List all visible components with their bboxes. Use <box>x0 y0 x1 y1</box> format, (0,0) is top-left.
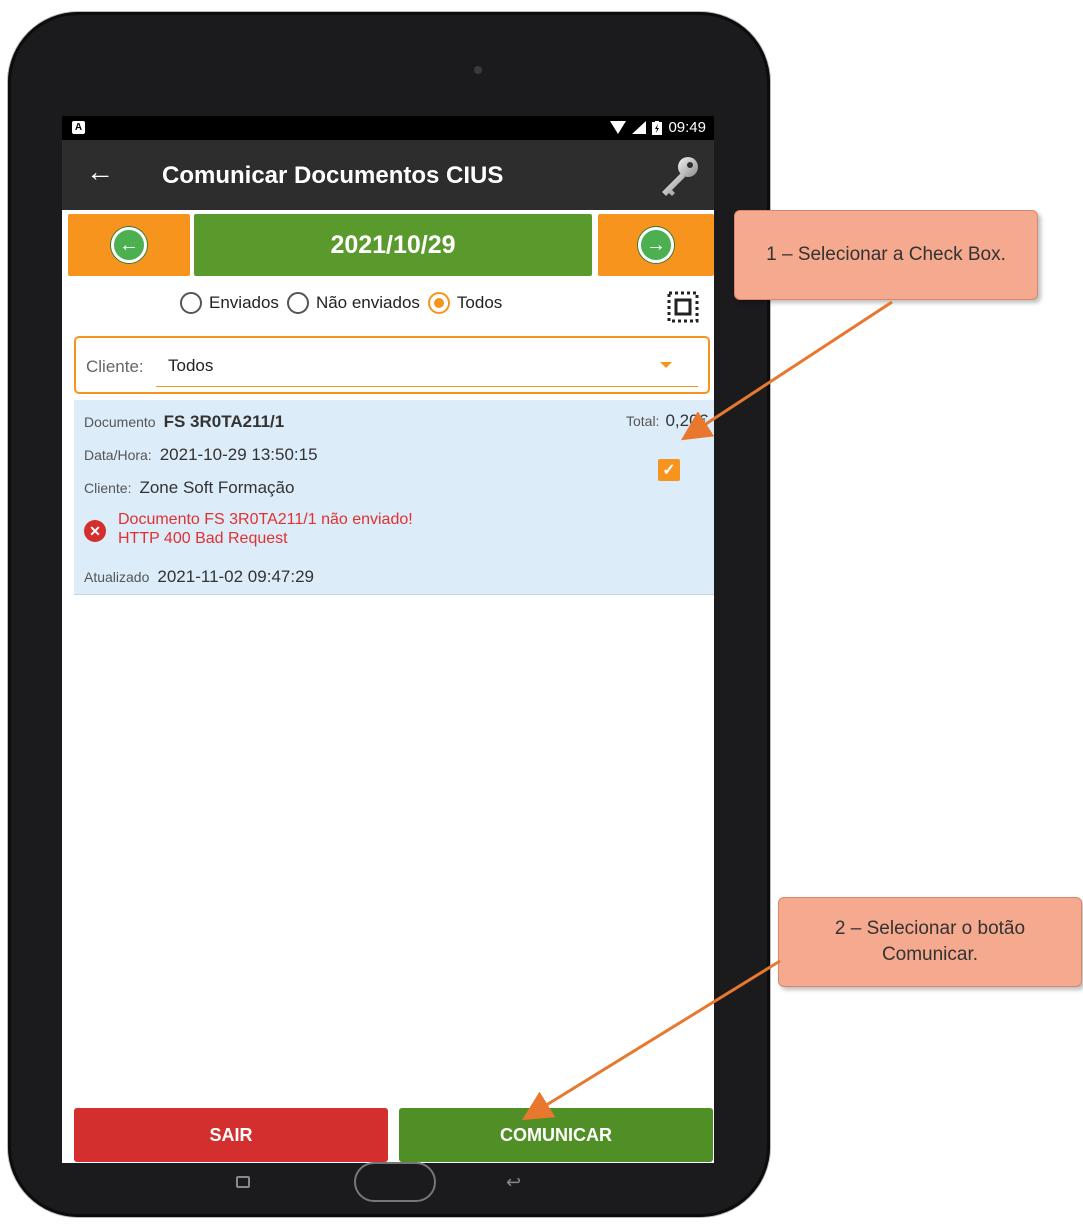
callout-step-1: 1 – Selecionar a Check Box. <box>734 210 1038 300</box>
document-number-row: Documento FS 3R0TA211/1 <box>84 412 284 432</box>
error-line-2: HTTP 400 Bad Request <box>118 530 288 547</box>
dropdown-arrow-icon[interactable] <box>660 362 672 368</box>
arrow-left-icon[interactable]: ← <box>86 156 114 188</box>
home-button[interactable] <box>354 1162 436 1202</box>
error-line-1: Documento FS 3R0TA211/1 não enviado! <box>118 511 413 528</box>
radio-label: Todos <box>456 293 503 312</box>
current-date[interactable]: 2021/10/29 <box>194 214 592 276</box>
status-bar: A 09:49 <box>62 116 714 140</box>
client-value: Zone Soft Formação <box>139 478 295 497</box>
document-number: FS 3R0TA211/1 <box>163 412 285 431</box>
arrow-left-circle-icon: ← <box>111 227 147 263</box>
radio-unselected-icon <box>286 292 309 314</box>
next-date-button[interactable]: → <box>598 214 714 276</box>
communicate-button[interactable]: COMUNICAR <box>399 1108 713 1162</box>
date-value: 2021-10-29 13:50:15 <box>159 445 318 464</box>
back-icon[interactable]: ↩ <box>506 1172 521 1193</box>
document-list-item[interactable]: Documento FS 3R0TA211/1 Total: 0,20€ Dat… <box>74 400 714 595</box>
client-filter-value: Todos <box>168 356 214 375</box>
radio-nao-enviados[interactable]: Não enviados <box>286 292 420 314</box>
callout-step-2: 2 – Selecionar o botão Comunicar. <box>778 897 1082 987</box>
radio-enviados[interactable]: Enviados <box>180 292 279 314</box>
error-text: Documento FS 3R0TA211/1 não enviado! HTT… <box>118 510 413 548</box>
battery-icon <box>652 120 663 135</box>
updated-value: 2021-11-02 09:47:29 <box>157 567 314 586</box>
radio-label: Não enviados <box>315 293 420 312</box>
notification-icon: A <box>72 121 85 134</box>
radio-label: Enviados <box>209 293 279 312</box>
radio-todos[interactable]: Todos <box>427 292 503 314</box>
select-all-icon[interactable] <box>666 290 700 324</box>
status-indicators: 09:49 <box>610 119 706 136</box>
client-label: Cliente: <box>84 480 132 496</box>
date-navigation: ← 2021/10/29 → <box>62 214 714 278</box>
system-navigation: ↩ <box>8 1162 770 1217</box>
status-filter: Enviados Não enviados Todos <box>180 292 510 314</box>
key-icon[interactable] <box>658 154 702 198</box>
app-bar: ← Comunicar Documentos CIUS <box>62 140 714 210</box>
total-label: Total: <box>625 413 660 429</box>
tablet-frame: A 09:49 ← Comunicar Documentos CIUS ← 20… <box>8 12 770 1217</box>
document-checkbox[interactable]: ✓ <box>658 459 680 481</box>
client-filter-label: Cliente: <box>86 357 144 376</box>
document-total: Total: 0,20€ <box>626 411 708 431</box>
document-client-row: Cliente: Zone Soft Formação <box>84 478 294 498</box>
total-value: 0,20€ <box>665 411 708 430</box>
document-label: Documento <box>84 414 156 430</box>
radio-unselected-icon <box>180 292 202 314</box>
date-label: Data/Hora: <box>84 447 152 463</box>
error-icon: ✕ <box>84 520 106 542</box>
client-filter-underline <box>156 386 698 387</box>
arrow-right-circle-icon: → <box>638 227 674 263</box>
wifi-icon <box>610 121 627 134</box>
exit-button[interactable]: SAIR <box>74 1108 388 1162</box>
previous-date-button[interactable]: ← <box>68 214 190 276</box>
status-time: 09:49 <box>668 119 706 136</box>
client-filter[interactable]: Cliente: Todos <box>74 336 710 394</box>
document-date-row: Data/Hora: 2021-10-29 13:50:15 <box>84 445 318 465</box>
camera <box>474 66 482 74</box>
updated-label: Atualizado <box>84 569 150 585</box>
page-title: Comunicar Documentos CIUS <box>162 162 504 189</box>
document-updated-row: Atualizado 2021-11-02 09:47:29 <box>84 567 314 587</box>
radio-selected-icon <box>427 292 450 314</box>
recent-apps-icon[interactable] <box>236 1176 250 1188</box>
error-message: ✕ Documento FS 3R0TA211/1 não enviado! H… <box>84 510 413 548</box>
signal-icon <box>632 121 647 134</box>
app-screen: A 09:49 ← Comunicar Documentos CIUS ← 20… <box>62 116 714 1163</box>
